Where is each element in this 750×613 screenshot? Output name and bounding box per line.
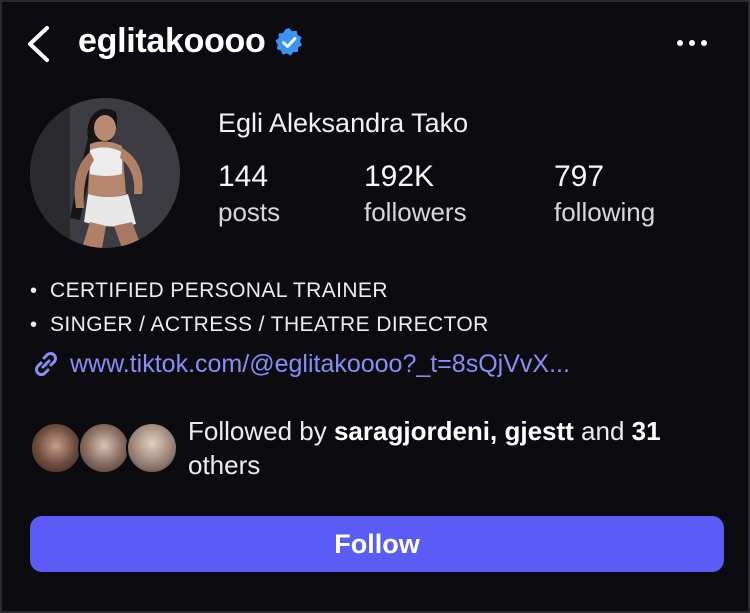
- followed-by-suffix: others: [188, 450, 261, 480]
- link-icon: [35, 352, 57, 376]
- profile-header: eglitakoooo: [2, 2, 748, 86]
- bio-line: • CERTIFIED PERSONAL TRAINER: [30, 274, 489, 308]
- bio-bullet: •: [30, 279, 38, 302]
- more-options-button[interactable]: [672, 28, 712, 58]
- bio-line: • SINGER / ACTRESS / THEATRE DIRECTOR: [30, 308, 489, 342]
- mutual-others-count: 31: [631, 416, 661, 446]
- followers-label: followers: [364, 197, 467, 227]
- bio-text: SINGER / ACTRESS / THEATRE DIRECTOR: [50, 313, 489, 336]
- mutual-user-2: gjestt: [504, 416, 574, 446]
- avatar-photo: [30, 98, 180, 248]
- bio-text: CERTIFIED PERSONAL TRAINER: [50, 279, 388, 302]
- back-button[interactable]: [20, 24, 56, 64]
- bio-bullet: •: [30, 313, 38, 336]
- mutual-avatar: [78, 422, 130, 474]
- profile-avatar[interactable]: [30, 98, 180, 248]
- following-count: 797: [554, 160, 605, 193]
- posts-label: posts: [218, 197, 281, 227]
- link-text: www.tiktok.com/@eglitakoooo?_t=8sQjVvX..…: [70, 349, 570, 378]
- followers-count: 192K: [364, 160, 435, 193]
- bio: • CERTIFIED PERSONAL TRAINER • SINGER / …: [30, 274, 489, 342]
- followed-by-and: and: [573, 416, 632, 446]
- mutual-avatar: [126, 422, 178, 474]
- bio-link[interactable]: www.tiktok.com/@eglitakoooo?_t=8sQjVvX..…: [30, 348, 570, 380]
- follow-button[interactable]: Follow: [30, 516, 724, 572]
- followed-by-prefix: Followed by: [188, 416, 334, 446]
- mutual-avatar: [30, 422, 82, 474]
- posts-stat[interactable]: 144 posts: [218, 160, 280, 228]
- followed-by-text[interactable]: Followed by saragjordeni, gjestt and 31 …: [188, 414, 728, 482]
- more-horizontal-icon: [677, 40, 707, 46]
- posts-count: 144: [218, 160, 269, 193]
- following-label: following: [554, 197, 656, 227]
- followed-by-separator: ,: [490, 416, 505, 446]
- profile-screen: eglitakoooo Egli Aleksandra Tako 144 pos…: [0, 0, 750, 613]
- followers-stat[interactable]: 192K followers: [364, 160, 467, 228]
- following-stat[interactable]: 797 following: [554, 160, 655, 228]
- mutual-user-1: saragjordeni: [333, 416, 491, 446]
- mutual-followers-avatars[interactable]: [30, 422, 180, 478]
- follow-button-label: Follow: [334, 528, 420, 559]
- username: eglitakoooo: [78, 22, 266, 60]
- full-name: Egli Aleksandra Tako: [218, 108, 469, 138]
- chevron-left-icon: [28, 26, 49, 62]
- verified-badge-icon: [274, 27, 304, 57]
- username-row: eglitakoooo: [78, 22, 304, 61]
